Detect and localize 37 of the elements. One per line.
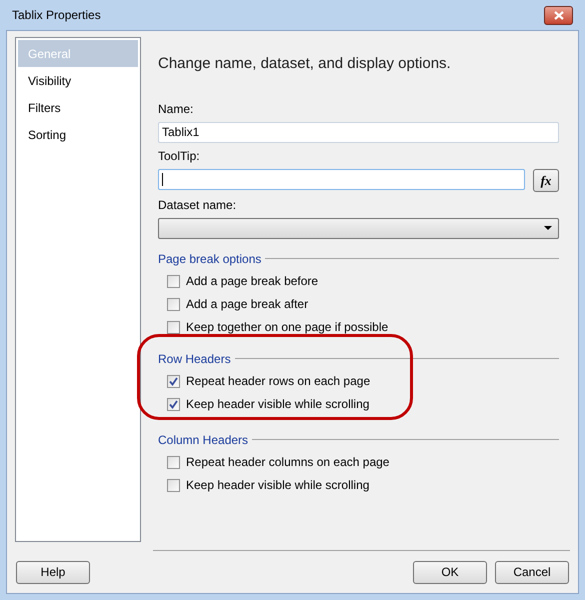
ok-button[interactable]: OK (413, 560, 487, 584)
page-heading: Change name, dataset, and display options. (158, 54, 452, 74)
checkbox-label: Keep header visible while scrolling (186, 396, 370, 413)
checkbox-label: Add a page break after (186, 296, 308, 313)
expression-button[interactable]: fx (533, 168, 559, 192)
sidebar-item[interactable]: Filters (18, 94, 138, 121)
help-button[interactable]: Help (16, 560, 90, 584)
checkbox[interactable] (167, 274, 180, 288)
field-label: ToolTip: (158, 148, 201, 164)
checkbox[interactable] (167, 478, 180, 492)
checkbox[interactable] (167, 374, 180, 388)
checkbox[interactable] (167, 298, 180, 310)
close-icon (554, 10, 564, 20)
section-heading: Page break options (158, 250, 262, 268)
checkbox[interactable] (167, 320, 180, 334)
checkbox-label: Add a page break before (186, 273, 318, 290)
tooltip-field[interactable] (158, 168, 525, 190)
cancel-button[interactable]: Cancel (495, 560, 569, 584)
checkbox-label: Repeat header rows on each page (186, 373, 370, 390)
name-field[interactable]: Tablix1 (158, 122, 559, 142)
close-button[interactable] (544, 6, 573, 24)
sidebar-item[interactable]: Visibility (18, 67, 138, 94)
checkbox-label: Keep together on one page if possible (186, 319, 388, 336)
checkbox[interactable] (167, 398, 180, 410)
section-heading: Row Headers (158, 350, 231, 368)
dropdown-arrow-icon (544, 226, 552, 230)
checkbox-label: Repeat header columns on each page (186, 454, 390, 471)
checkbox-label: Keep header visible while scrolling (186, 477, 370, 494)
check-icon (169, 400, 178, 408)
field-label: Dataset name: (158, 196, 238, 214)
dataset-dropdown[interactable] (158, 218, 559, 238)
field-label: Name: (158, 100, 194, 118)
sidebar-item[interactable]: Sorting (18, 121, 138, 148)
section-heading: Column Headers (158, 432, 248, 448)
window-title: Tablix Properties (12, 7, 101, 24)
check-icon (169, 376, 178, 386)
checkbox[interactable] (167, 456, 180, 468)
